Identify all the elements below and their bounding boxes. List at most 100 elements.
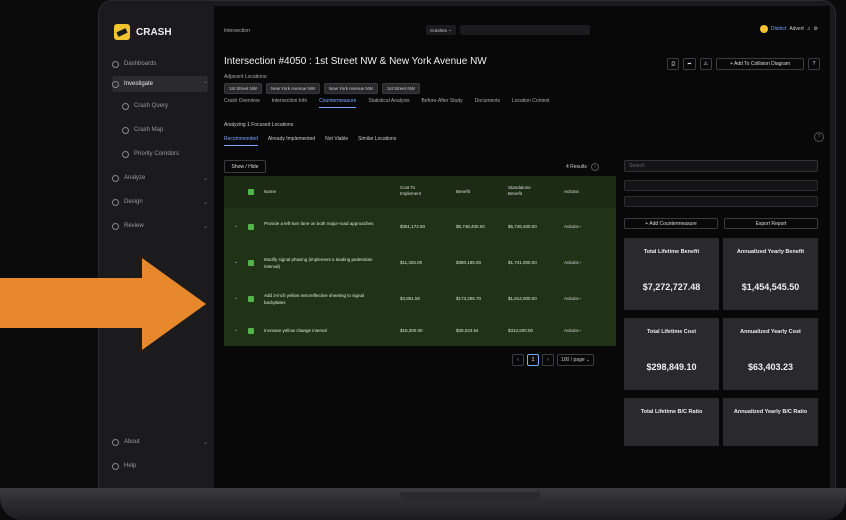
arrow-right-icon (142, 258, 206, 350)
countermeasure-search-input[interactable]: Search (624, 160, 818, 172)
tab-countermeasure[interactable]: Countermeasure (319, 98, 357, 108)
row-checkbox[interactable] (248, 328, 254, 334)
column-header-cost[interactable]: Cost To Implement (400, 185, 436, 197)
sidebar-item-about[interactable]: About ⌄ (112, 434, 208, 450)
tab-location-context[interactable]: Location Context (512, 98, 550, 108)
arrow-shaft (0, 278, 144, 328)
add-countermeasure-button[interactable]: + Add Countermeasure (624, 218, 718, 229)
chevron-down-icon: ⌄ (202, 439, 208, 446)
row-checkbox[interactable] (248, 224, 254, 230)
row-checkbox[interactable] (248, 296, 254, 302)
help-icon[interactable]: ? (814, 132, 824, 142)
next-page-button[interactable]: › (542, 354, 554, 366)
row-actions-link[interactable]: Actions › (564, 260, 582, 265)
chevron-down-icon[interactable]: ⌄ (234, 259, 238, 265)
chevron-down-icon[interactable]: ⌄ (234, 327, 238, 333)
search-icon (112, 80, 119, 88)
sidebar-item-dashboards[interactable]: Dashboards (112, 56, 208, 72)
logo-icon (114, 24, 130, 40)
table-header: Name Cost To Implement Benefit Standalon… (224, 176, 616, 208)
sidebar-item-design[interactable]: Design ⌄ (112, 194, 208, 210)
row-actions-link[interactable]: Actions › (564, 296, 582, 301)
query-icon (122, 102, 129, 110)
bell-icon[interactable]: ♫ (807, 26, 811, 32)
column-header-name[interactable]: Name (264, 189, 276, 194)
corridor-icon (122, 150, 129, 158)
chevron-down-icon[interactable]: ⌄ (234, 223, 238, 229)
warning-icon[interactable]: ⚠ (699, 58, 712, 70)
sidebar-item-crash-map[interactable]: Crash Map (122, 122, 208, 138)
show-hide-button[interactable]: Show / Hide (224, 160, 266, 173)
user-menu[interactable]: District Advert ♫ ⚙ (760, 25, 818, 33)
column-header-benefit[interactable]: Benefit (456, 189, 470, 194)
breadcrumb[interactable]: Intersection (224, 28, 250, 34)
subtab-already-implemented[interactable]: Already Implemented (268, 136, 315, 146)
chevron-down-icon: ⌄ (202, 223, 208, 230)
metric-total-lifetime-bc-ratio: Total Lifetime B/C Ratio (624, 398, 719, 446)
sidebar-item-investigate[interactable]: Investigate ⌃ (112, 76, 208, 92)
map-icon (122, 126, 129, 134)
results-count: 4 Results ? (566, 163, 599, 171)
tab-intersection-info[interactable]: Intersection Info (272, 98, 308, 108)
share-icon[interactable]: ➦ (683, 58, 696, 70)
metric-annualized-yearly-bc-ratio: Annualized Yearly B/C Ratio (723, 398, 818, 446)
sidebar-item-help[interactable]: Help (112, 458, 208, 474)
table-row[interactable]: ⌄ Increase yellow change interval $18,30… (224, 318, 616, 344)
user-name: Advert (789, 26, 804, 32)
countermeasure-table: Name Cost To Implement Benefit Standalon… (224, 176, 616, 346)
adjacent-locations: 1st Street NW New York Avenue NW New Yor… (224, 83, 420, 94)
sidebar-item-priority-corridors[interactable]: Priority Corridors (122, 146, 208, 162)
export-report-button[interactable]: Export Report (724, 218, 818, 229)
app-logo[interactable]: CRASH (114, 24, 172, 40)
tab-crash-overview[interactable]: Crash Overview (224, 98, 260, 108)
sidebar-item-crash-query[interactable]: Crash Query (122, 98, 208, 114)
page-size-select[interactable]: 100 / page ⌄ (557, 354, 595, 366)
location-chip[interactable]: New York Avenue NW (266, 83, 320, 94)
disabled-action-button[interactable] (624, 196, 818, 207)
header-actions: ⎙ ➦ ⚠ + Add To Collision Diagram ? (667, 58, 820, 70)
location-chip[interactable]: New York Avenue NW (323, 83, 378, 94)
row-actions-link[interactable]: Actions › (564, 224, 582, 229)
table-row[interactable]: ⌄ Provide a left-turn lane on both major… (224, 210, 616, 244)
help-icon[interactable]: ? (808, 58, 820, 70)
settings-icon[interactable]: ⚙ (814, 26, 818, 32)
chevron-down-icon: ⌄ (202, 199, 208, 206)
laptop-base (0, 488, 846, 520)
subtab-not-viable[interactable]: Not Viable (325, 136, 348, 146)
info-icon (112, 438, 119, 446)
design-icon (112, 198, 119, 206)
select-all-checkbox[interactable] (248, 189, 254, 195)
column-header-actions: Actions (564, 189, 579, 194)
subtab-similar-locations[interactable]: Similar Locations (358, 136, 396, 146)
add-to-collision-diagram-button[interactable]: + Add To Collision Diagram (716, 58, 804, 70)
location-chip[interactable]: 1st Street NW (381, 83, 420, 94)
row-checkbox[interactable] (248, 260, 254, 266)
sidebar-item-analyze[interactable]: Analyze ⌄ (112, 170, 208, 186)
column-header-standalone-benefit[interactable]: Standalone Benefit (508, 185, 540, 197)
page-number[interactable]: 1 (527, 354, 539, 366)
table-row[interactable]: ⌄ Add 3-inch yellow retroreflective shee… (224, 282, 616, 316)
chevron-up-icon: ⌃ (202, 81, 208, 88)
chevron-down-icon[interactable]: ⌄ (234, 295, 238, 301)
metric-annualized-yearly-cost: Annualized Yearly Cost $63,403.23 (723, 318, 818, 390)
org-name: District (771, 26, 787, 32)
row-actions-link[interactable]: Actions › (564, 328, 582, 333)
prev-page-button[interactable]: ‹ (512, 354, 524, 366)
global-search-input[interactable] (460, 25, 590, 35)
disabled-action-button[interactable] (624, 180, 818, 191)
search-type-select[interactable]: Crashes ⌄ (426, 25, 456, 35)
laptop-notch (400, 492, 540, 500)
dashboard-icon (112, 60, 119, 68)
subtab-recommended[interactable]: Recommended (224, 136, 258, 146)
print-icon[interactable]: ⎙ (667, 58, 680, 70)
sidebar-item-review[interactable]: Review ⌄ (112, 218, 208, 234)
tab-before-after-study[interactable]: Before-After Study (422, 98, 463, 108)
sidebar: CRASH Dashboards Investigate ⌃ Crash Quer… (104, 6, 214, 488)
location-chip[interactable]: 1st Street NW (224, 83, 263, 94)
tab-documents[interactable]: Documents (475, 98, 500, 108)
metric-total-lifetime-benefit: Total Lifetime Benefit $7,272,727.48 (624, 238, 719, 310)
metric-total-lifetime-cost: Total Lifetime Cost $298,849.10 (624, 318, 719, 390)
tab-statistical-analysis[interactable]: Statistical Analysis (368, 98, 409, 108)
table-row[interactable]: ⌄ Modify signal phasing (implement a lea… (224, 246, 616, 280)
info-icon[interactable]: ? (590, 163, 599, 171)
